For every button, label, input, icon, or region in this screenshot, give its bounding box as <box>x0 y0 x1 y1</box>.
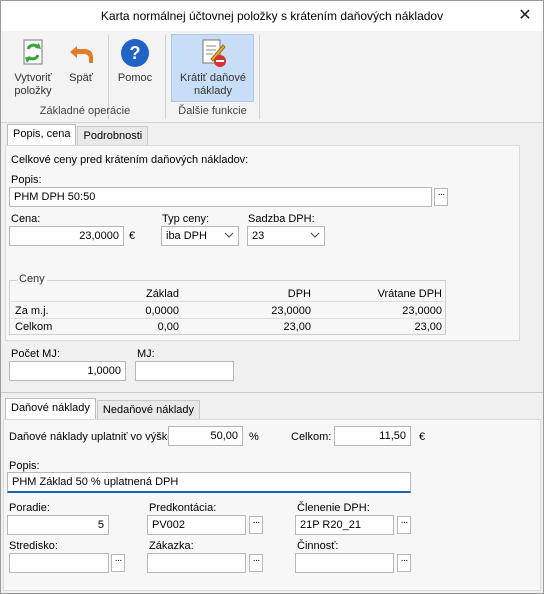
celkom-input[interactable]: 11,50 <box>334 426 411 446</box>
window-title: Karta normálnej účtovnej položky s kráte… <box>100 9 444 23</box>
mj-input[interactable] <box>135 361 234 381</box>
chevron-down-icon <box>224 232 234 238</box>
title-bar: Karta normálnej účtovnej položky s kráte… <box>1 1 543 31</box>
column-header: Základ <box>145 288 179 300</box>
clenenie-dph-label: Členenie DPH: <box>297 502 370 514</box>
table-cell: 23,0000 <box>271 305 311 317</box>
cinnost-label: Činnosť: <box>297 540 339 552</box>
sadzba-dph-select[interactable]: 23 <box>247 226 325 246</box>
zakazka-label: Zákazka: <box>149 540 194 552</box>
back-button[interactable]: Späť <box>63 37 99 84</box>
popis-browse-button[interactable]: ··· <box>434 188 448 206</box>
table-cell: 0,0000 <box>145 305 179 317</box>
cena-input[interactable]: 23,0000 <box>9 226 124 246</box>
chevron-down-icon <box>310 232 320 238</box>
typ-ceny-label: Typ ceny: <box>162 213 210 225</box>
reduce-tax-costs-button[interactable]: Krátiť daňové náklady <box>172 37 254 98</box>
create-items-label: Vytvoriť položky <box>14 72 52 97</box>
bottom-popis-input[interactable]: PHM Základ 50 % uplatnená DPH <box>7 472 411 493</box>
poradie-label: Poradie: <box>9 502 50 514</box>
row-divider <box>11 318 444 319</box>
stredisko-input[interactable] <box>9 553 109 573</box>
column-header: DPH <box>287 288 311 300</box>
popis-label: Popis: <box>9 460 40 472</box>
uplatnit-input[interactable]: 50,00 <box>168 426 243 446</box>
table-cell: 23,0000 <box>402 305 442 317</box>
cena-currency: € <box>129 230 136 242</box>
sadzba-dph-label: Sadzba DPH: <box>248 213 315 225</box>
help-button[interactable]: ? Pomoc <box>113 37 157 84</box>
tab-danove-naklady[interactable]: Daňové náklady <box>5 398 96 419</box>
poradie-input[interactable]: 5 <box>7 515 109 535</box>
uplatnit-label: Daňové náklady uplatniť vo výške: <box>9 431 177 443</box>
clenenie-dph-input[interactable]: 21P R20_21 <box>295 515 394 535</box>
row-divider <box>11 301 444 302</box>
tab-popis-cena[interactable]: Popis, cena <box>7 124 77 145</box>
refresh-document-icon <box>17 37 49 69</box>
predkontacia-browse-button[interactable]: ··· <box>249 516 263 534</box>
ribbon-separator <box>259 35 260 119</box>
predkontacia-label: Predkontácia: <box>149 502 217 514</box>
table-cell: 0,00 <box>157 321 179 333</box>
column-header: Vrátane DPH <box>377 288 442 300</box>
help-icon: ? <box>119 37 151 69</box>
typ-ceny-select[interactable]: iba DPH <box>161 226 239 246</box>
svg-text:?: ? <box>130 43 141 63</box>
sadzba-dph-value: 23 <box>252 230 265 242</box>
dialog-window: Karta normálnej účtovnej položky s kráte… <box>0 0 544 594</box>
top-tabs: Popis, cena Podrobnosti <box>7 124 149 145</box>
ceny-legend: Ceny <box>17 273 47 285</box>
reduce-tax-costs-label: Krátiť daňové náklady <box>180 72 246 97</box>
percent-label: % <box>249 431 259 443</box>
close-icon[interactable]: ✕ <box>515 6 535 26</box>
clenenie-dph-browse-button[interactable]: ··· <box>397 516 411 534</box>
tab-nedanove-naklady[interactable]: Nedaňové náklady <box>96 400 201 419</box>
undo-arrow-icon <box>65 37 97 69</box>
section-divider <box>1 392 543 393</box>
zakazka-browse-button[interactable]: ··· <box>249 554 263 572</box>
cinnost-browse-button[interactable]: ··· <box>397 554 411 572</box>
zakazka-input[interactable] <box>147 553 246 573</box>
prices-heading: Celkové ceny pred krátením daňových nákl… <box>11 154 249 166</box>
stredisko-label: Stredisko: <box>9 540 58 552</box>
stredisko-browse-button[interactable]: ··· <box>111 554 125 572</box>
bottom-tabs: Daňové náklady Nedaňové náklady <box>5 398 201 419</box>
popis-input[interactable]: PHM DPH 50:50 <box>9 187 432 207</box>
ribbon-group-label: Základné operácie <box>39 105 131 117</box>
celkom-currency: € <box>419 431 426 443</box>
tab-podrobnosti[interactable]: Podrobnosti <box>77 126 149 145</box>
help-label: Pomoc <box>117 72 153 84</box>
table-cell: 23,00 <box>414 321 442 333</box>
row-label: Celkom <box>15 321 53 333</box>
celkom-label: Celkom: <box>291 431 332 443</box>
cena-label: Cena: <box>11 213 41 225</box>
cinnost-input[interactable] <box>295 553 394 573</box>
back-label: Späť <box>69 72 93 84</box>
predkontacia-input[interactable]: PV002 <box>147 515 246 535</box>
mj-label: MJ: <box>137 348 155 360</box>
ribbon-group-label: Ďalšie funkcie <box>178 105 247 117</box>
row-label: Za m.j. <box>15 305 49 317</box>
ribbon: Vytvoriť položky Späť ? Pomoc Krátiť daň… <box>1 31 543 123</box>
create-items-button[interactable]: Vytvoriť položky <box>7 37 59 98</box>
table-cell: 23,00 <box>283 321 311 333</box>
pocet-mj-label: Počet MJ: <box>11 348 60 360</box>
pocet-mj-input[interactable]: 1,0000 <box>9 361 126 381</box>
edit-document-icon <box>197 37 229 69</box>
typ-ceny-value: iba DPH <box>166 230 207 242</box>
popis-label: Popis: <box>11 174 42 186</box>
